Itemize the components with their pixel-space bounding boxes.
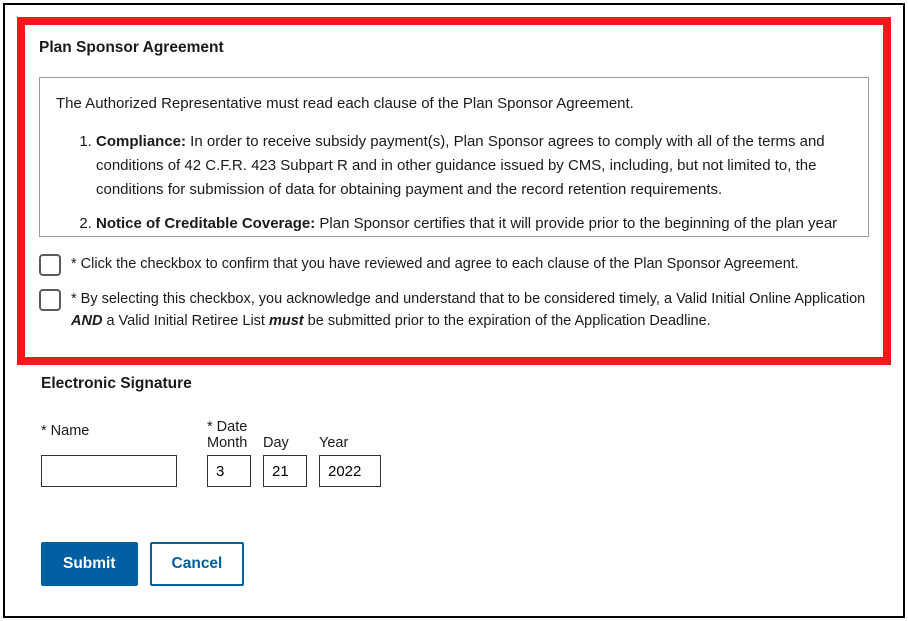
date-label: * Date: [207, 419, 381, 435]
clause-item: Compliance: In order to receive subsidy …: [96, 130, 852, 202]
name-label: * Name: [41, 423, 177, 439]
name-input[interactable]: [41, 455, 177, 487]
agreement-clauses-list: Compliance: In order to receive subsidy …: [56, 130, 852, 236]
acknowledge-timely-row: * By selecting this checkbox, you acknow…: [39, 288, 869, 333]
month-label: Month: [207, 435, 251, 451]
signature-fields: * Name * Date Month Day Year: [41, 419, 381, 487]
agreement-scroll-box[interactable]: The Authorized Representative must read …: [39, 77, 869, 237]
year-input[interactable]: [319, 455, 381, 487]
date-field-group: * Date Month Day Year: [207, 419, 381, 487]
confirm-review-checkbox[interactable]: [39, 254, 61, 276]
day-column: Day: [263, 435, 307, 487]
cancel-button[interactable]: Cancel: [150, 542, 245, 586]
day-input[interactable]: [263, 455, 307, 487]
clause-term: Notice of Creditable Coverage:: [96, 215, 315, 232]
confirm-review-row: * Click the checkbox to confirm that you…: [39, 253, 869, 276]
agreement-title: Plan Sponsor Agreement: [39, 39, 869, 57]
confirm-review-label: * Click the checkbox to confirm that you…: [71, 253, 869, 275]
acknowledge-timely-label: * By selecting this checkbox, you acknow…: [71, 288, 869, 333]
date-inputs-row: Month Day Year: [207, 435, 381, 487]
agreement-highlight: Plan Sponsor Agreement The Authorized Re…: [17, 17, 891, 365]
day-label: Day: [263, 435, 307, 451]
month-input[interactable]: [207, 455, 251, 487]
signature-section: Electronic Signature * Name * Date Month…: [41, 375, 381, 487]
agreement-intro-text: The Authorized Representative must read …: [56, 92, 852, 116]
name-field-group: * Name: [41, 423, 177, 487]
button-row: Submit Cancel: [41, 542, 244, 586]
clause-text: In order to receive subsidy payment(s), …: [96, 133, 825, 198]
clause-term: Compliance:: [96, 133, 186, 150]
form-frame: Plan Sponsor Agreement The Authorized Re…: [3, 3, 905, 618]
year-column: Year: [319, 435, 381, 487]
clause-item: Notice of Creditable Coverage: Plan Spon…: [96, 212, 852, 236]
submit-button[interactable]: Submit: [41, 542, 138, 586]
acknowledge-timely-checkbox[interactable]: [39, 289, 61, 311]
year-label: Year: [319, 435, 381, 451]
month-column: Month: [207, 435, 251, 487]
clause-text: Plan Sponsor certifies that it will prov…: [315, 215, 837, 232]
signature-title: Electronic Signature: [41, 375, 381, 393]
